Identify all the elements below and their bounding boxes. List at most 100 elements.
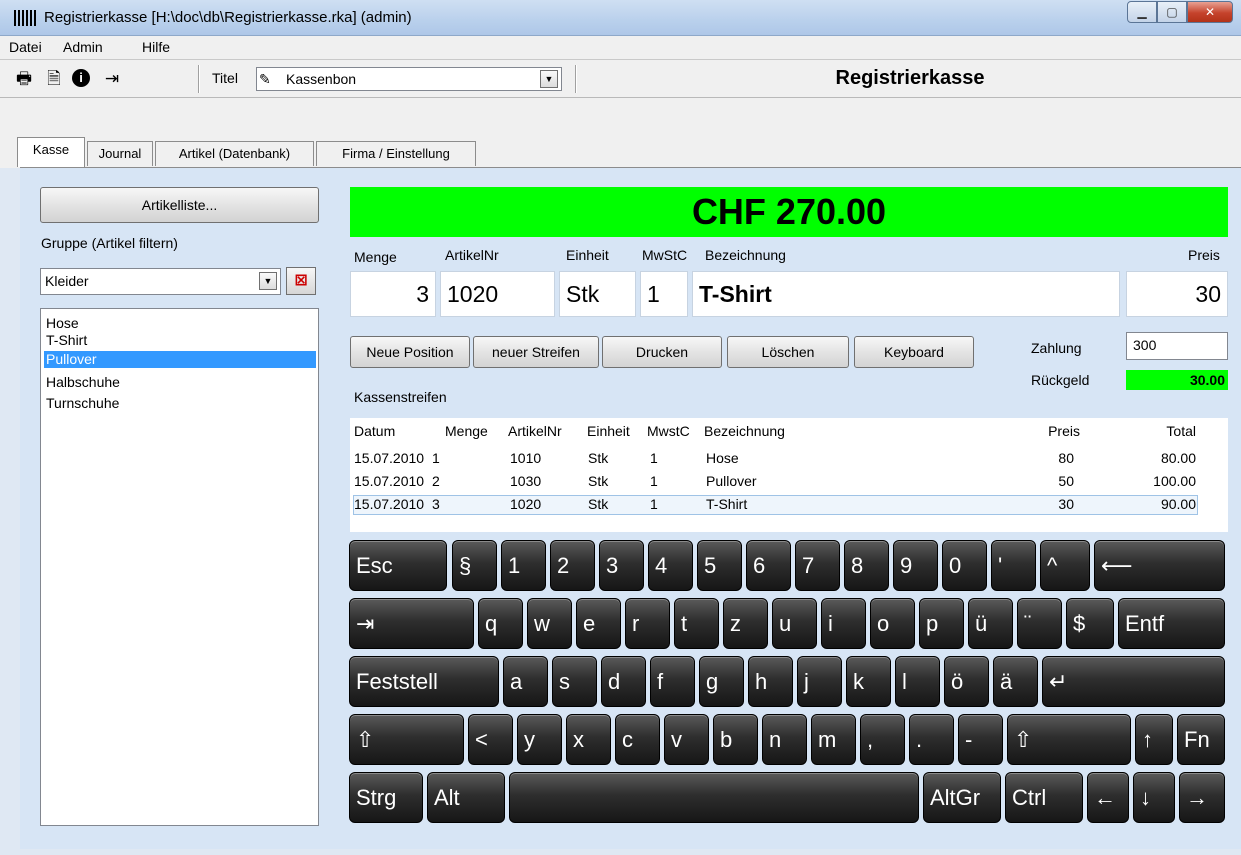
key-4[interactable]: 4 <box>648 540 693 591</box>
column-header[interactable]: Preis <box>1040 423 1080 439</box>
printer-icon[interactable]: 🖶 <box>14 69 34 89</box>
column-header[interactable]: Datum <box>354 423 395 439</box>
key-o[interactable]: o <box>870 598 915 649</box>
key-altgr[interactable]: AltGr <box>923 772 1001 823</box>
key-r[interactable]: r <box>625 598 670 649</box>
key-shift-left[interactable]: ⇧ <box>349 714 464 765</box>
menu-admin[interactable]: Admin <box>63 39 103 55</box>
key-minus[interactable]: - <box>958 714 1003 765</box>
list-item[interactable]: T-Shirt <box>44 332 316 349</box>
key-s[interactable]: s <box>552 656 597 707</box>
key-g[interactable]: g <box>699 656 744 707</box>
tab-firma-einstellung[interactable]: Firma / Einstellung <box>316 141 476 166</box>
key-enter[interactable]: ↵ <box>1042 656 1225 707</box>
key-f[interactable]: f <box>650 656 695 707</box>
column-header[interactable]: MwstC <box>647 423 690 439</box>
key-v[interactable]: v <box>664 714 709 765</box>
key-0[interactable]: 0 <box>942 540 987 591</box>
column-header[interactable]: Total <box>1130 423 1196 439</box>
zahlung-input[interactable]: 300 <box>1126 332 1228 360</box>
column-header[interactable]: Bezeichnung <box>704 423 785 439</box>
tab-journal[interactable]: Journal <box>87 141 153 166</box>
tab-artikel[interactable]: Artikel (Datenbank) <box>155 141 314 166</box>
key-comma[interactable]: , <box>860 714 905 765</box>
key-backspace[interactable]: ⟵ <box>1094 540 1225 591</box>
loeschen-button[interactable]: Löschen <box>727 336 849 368</box>
info-icon[interactable]: i <box>72 69 90 87</box>
key-b[interactable]: b <box>713 714 758 765</box>
key-less-than[interactable]: < <box>468 714 513 765</box>
column-header[interactable]: ArtikelNr <box>508 423 562 439</box>
einheit-input[interactable]: Stk <box>559 271 636 317</box>
key-n[interactable]: n <box>762 714 807 765</box>
key-alt[interactable]: Alt <box>427 772 505 823</box>
titel-select[interactable]: ✎ Kassenbon ▼ <box>256 67 562 91</box>
key-3[interactable]: 3 <box>599 540 644 591</box>
artikel-list[interactable]: Hose T-Shirt Pullover Halbschuhe Turnsch… <box>40 308 319 826</box>
menu-datei[interactable]: Datei <box>9 39 42 55</box>
key-p[interactable]: p <box>919 598 964 649</box>
key-e[interactable]: e <box>576 598 621 649</box>
tab-kasse[interactable]: Kasse <box>17 137 85 167</box>
key-9[interactable]: 9 <box>893 540 938 591</box>
chevron-down-icon[interactable]: ▼ <box>540 70 558 88</box>
exit-door-icon[interactable]: ⇥ <box>102 69 122 89</box>
key-z[interactable]: z <box>723 598 768 649</box>
key-entf[interactable]: Entf <box>1118 598 1225 649</box>
key-h[interactable]: h <box>748 656 793 707</box>
key-u[interactable]: u <box>772 598 817 649</box>
artikelnr-input[interactable]: 1020 <box>440 271 555 317</box>
list-item-selected[interactable]: Pullover <box>44 351 316 368</box>
key-x[interactable]: x <box>566 714 611 765</box>
menge-input[interactable]: 3 <box>350 271 436 317</box>
key-ctrl[interactable]: Ctrl <box>1005 772 1083 823</box>
key-2[interactable]: 2 <box>550 540 595 591</box>
key-section[interactable]: § <box>452 540 497 591</box>
key-caret[interactable]: ^ <box>1040 540 1090 591</box>
key-tab[interactable]: ⇥ <box>349 598 474 649</box>
key-space[interactable] <box>509 772 919 823</box>
key-oe[interactable]: ö <box>944 656 989 707</box>
key-apostrophe[interactable]: ' <box>991 540 1036 591</box>
mwstc-input[interactable]: 1 <box>640 271 688 317</box>
key-period[interactable]: . <box>909 714 954 765</box>
maximize-button[interactable]: ▢ <box>1157 1 1187 23</box>
kassenstreifen-table[interactable]: Datum Menge ArtikelNr Einheit MwstC Beze… <box>350 418 1228 532</box>
key-1[interactable]: 1 <box>501 540 546 591</box>
key-fn[interactable]: Fn <box>1177 714 1225 765</box>
key-arrow-up[interactable]: ↑ <box>1135 714 1173 765</box>
key-6[interactable]: 6 <box>746 540 791 591</box>
key-esc[interactable]: Esc <box>349 540 447 591</box>
minimize-button[interactable]: ▁ <box>1127 1 1157 23</box>
key-j[interactable]: j <box>797 656 842 707</box>
key-l[interactable]: l <box>895 656 940 707</box>
key-t[interactable]: t <box>674 598 719 649</box>
artikelliste-button[interactable]: Artikelliste... <box>40 187 319 223</box>
key-m[interactable]: m <box>811 714 856 765</box>
key-ae[interactable]: ä <box>993 656 1038 707</box>
neuer-streifen-button[interactable]: neuer Streifen <box>473 336 599 368</box>
key-feststell[interactable]: Feststell <box>349 656 499 707</box>
neue-position-button[interactable]: Neue Position <box>350 336 470 368</box>
key-k[interactable]: k <box>846 656 891 707</box>
key-d[interactable]: d <box>601 656 646 707</box>
key-c[interactable]: c <box>615 714 660 765</box>
key-7[interactable]: 7 <box>795 540 840 591</box>
key-8[interactable]: 8 <box>844 540 889 591</box>
menu-hilfe[interactable]: Hilfe <box>142 39 170 55</box>
key-y[interactable]: y <box>517 714 562 765</box>
key-arrow-down[interactable]: ↓ <box>1133 772 1175 823</box>
column-header[interactable]: Menge <box>445 423 488 439</box>
list-item[interactable]: Hose <box>44 315 316 332</box>
list-item[interactable]: Turnschuhe <box>44 395 316 412</box>
key-q[interactable]: q <box>478 598 523 649</box>
key-shift-right[interactable]: ⇧ <box>1007 714 1131 765</box>
list-item[interactable]: Halbschuhe <box>44 374 316 391</box>
clear-filter-icon[interactable]: ⊠ <box>286 267 316 295</box>
key-arrow-right[interactable]: → <box>1179 772 1225 823</box>
close-button[interactable]: ✕ <box>1187 1 1233 23</box>
keyboard-button[interactable]: Keyboard <box>854 336 974 368</box>
key-arrow-left[interactable]: ← <box>1087 772 1129 823</box>
drucken-button[interactable]: Drucken <box>602 336 722 368</box>
chevron-down-icon[interactable]: ▼ <box>259 272 277 290</box>
